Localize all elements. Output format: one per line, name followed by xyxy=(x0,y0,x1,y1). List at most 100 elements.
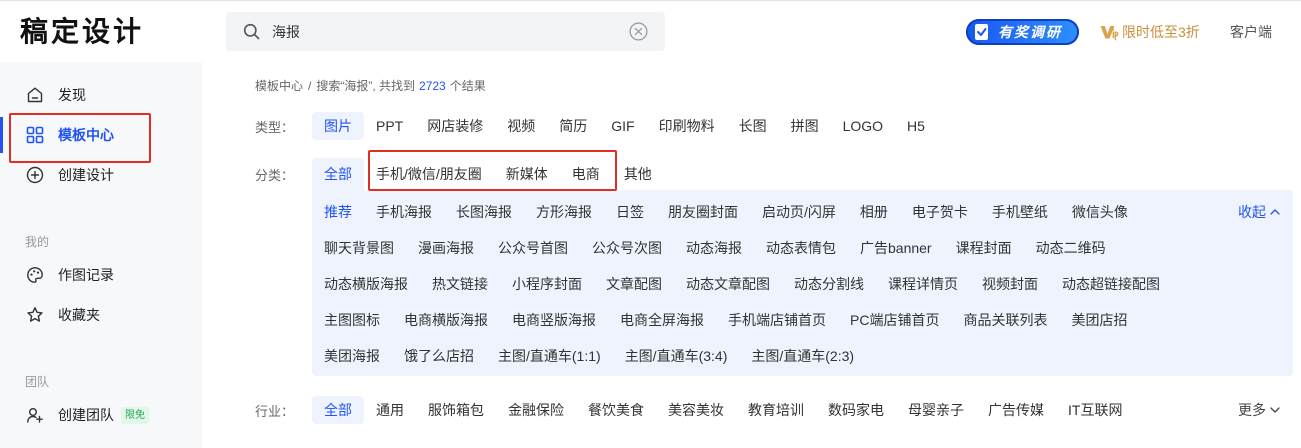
subcategory-option[interactable]: 朋友圈封面 xyxy=(656,194,750,230)
subcategory-option[interactable]: 聊天背景图 xyxy=(312,230,406,266)
subcategory-option[interactable]: 漫画海报 xyxy=(406,230,486,266)
sidebar-item-discover[interactable]: 发现 xyxy=(0,75,202,115)
subcategory-option[interactable]: 广告banner xyxy=(848,230,944,266)
industry-option[interactable]: 数码家电 xyxy=(816,396,896,424)
industry-option[interactable]: 金融保险 xyxy=(496,396,576,424)
top-border xyxy=(0,0,1301,1)
industry-option[interactable]: 母婴亲子 xyxy=(896,396,976,424)
subcategory-panel: 推荐 手机海报 长图海报 方形海报 日签 朋友圈封面 启动页/闪屏 相册 电子贺… xyxy=(312,190,1293,376)
subcategory-option[interactable]: 饿了么店招 xyxy=(392,338,486,374)
highlight-box-template-center xyxy=(9,113,151,163)
subcategory-option[interactable]: 动态分割线 xyxy=(782,266,876,302)
type-option[interactable]: PPT xyxy=(364,112,415,140)
sidebar-item-favorites[interactable]: 收藏夹 xyxy=(0,295,202,335)
subcategory-option[interactable]: 动态海报 xyxy=(674,230,754,266)
category-option[interactable]: 其他 xyxy=(612,158,664,190)
breadcrumb-root[interactable]: 模板中心 xyxy=(255,78,303,94)
subcategory-option[interactable]: 动态二维码 xyxy=(1024,230,1118,266)
subcategory-option[interactable]: 推荐 xyxy=(312,194,364,230)
type-option[interactable]: 图片 xyxy=(312,112,364,140)
subcategory-option[interactable]: 视频封面 xyxy=(970,266,1050,302)
type-option[interactable]: GIF xyxy=(599,112,646,140)
type-option[interactable]: 简历 xyxy=(547,112,599,140)
search-result-text: 搜索“海报”, 共找到 xyxy=(316,79,416,93)
subcategory-option[interactable]: 手机端店铺首页 xyxy=(716,302,838,338)
subcategory-option[interactable]: 商品关联列表 xyxy=(951,302,1059,338)
subcategory-option[interactable]: 热文链接 xyxy=(420,266,500,302)
industry-option[interactable]: 服饰箱包 xyxy=(416,396,496,424)
subcategory-option[interactable]: 日签 xyxy=(604,194,656,230)
subcategory-option[interactable]: 美团店招 xyxy=(1059,302,1139,338)
subcategory-option[interactable]: 电商竖版海报 xyxy=(500,302,608,338)
category-filter-label: 分类： xyxy=(255,167,295,183)
chevron-down-icon xyxy=(1266,407,1280,413)
subcategory-option[interactable]: 主图/直通车(1:1) xyxy=(486,338,613,374)
survey-badge[interactable]: 有奖调研 xyxy=(966,19,1079,45)
subcategory-option[interactable]: 电子贺卡 xyxy=(900,194,980,230)
sidebar-item-label: 创建团队 xyxy=(58,407,114,423)
free-badge: 限免 xyxy=(121,406,149,424)
sidebar-item-label: 作图记录 xyxy=(58,267,114,283)
type-option[interactable]: LOGO xyxy=(831,112,895,140)
type-option[interactable]: H5 xyxy=(895,112,937,140)
type-option[interactable]: 视频 xyxy=(495,112,547,140)
subcategory-option[interactable]: PC端店铺首页 xyxy=(838,302,951,338)
subcategory-option[interactable]: 主图/直通车(3:4) xyxy=(613,338,740,374)
subcategory-option[interactable]: 动态超链接配图 xyxy=(1050,266,1172,302)
category-option[interactable]: 全部 xyxy=(312,158,364,190)
subcategory-option[interactable]: 主图/直通车(2:3) xyxy=(739,338,866,374)
team-add-icon xyxy=(26,406,44,424)
search-input[interactable] xyxy=(272,12,612,51)
type-option[interactable]: 拼图 xyxy=(779,112,831,140)
sidebar-item-label: 创建设计 xyxy=(58,167,114,183)
industry-filter-row: 行业： 全部 通用 服饰箱包 金融保险 餐饮美食 美容美妆 教育培训 数码家电 … xyxy=(255,396,1134,424)
subcategory-option[interactable]: 动态文章配图 xyxy=(674,266,782,302)
type-filter-row: 类型： 图片 PPT 网店装修 视频 简历 GIF 印刷物料 长图 拼图 LOG… xyxy=(255,112,937,140)
subcategory-option[interactable]: 动态横版海报 xyxy=(312,266,420,302)
client-download-link[interactable]: 客户端 xyxy=(1230,22,1272,42)
subcategory-option[interactable]: 微信头像 xyxy=(1060,194,1140,230)
industry-option[interactable]: IT互联网 xyxy=(1056,396,1134,424)
subcategory-option[interactable]: 电商全屏海报 xyxy=(608,302,716,338)
breadcrumb: 模板中心 / 搜索“海报”, 共找到 2723 个结果 xyxy=(255,78,486,94)
subcategory-option[interactable]: 动态表情包 xyxy=(754,230,848,266)
subcategory-option[interactable]: 电商横版海报 xyxy=(392,302,500,338)
type-option[interactable]: 印刷物料 xyxy=(647,112,727,140)
subcategory-option[interactable]: 方形海报 xyxy=(524,194,604,230)
industry-option[interactable]: 广告传媒 xyxy=(976,396,1056,424)
subcategory-option[interactable]: 文章配图 xyxy=(594,266,674,302)
subcategory-option[interactable]: 小程序封面 xyxy=(500,266,594,302)
industry-option[interactable]: 全部 xyxy=(312,396,364,424)
logo[interactable]: 稿定设计 xyxy=(20,12,144,52)
search-box[interactable] xyxy=(226,12,665,51)
industry-option[interactable]: 餐饮美食 xyxy=(576,396,656,424)
type-option[interactable]: 长图 xyxy=(727,112,779,140)
sidebar-item-design-history[interactable]: 作图记录 xyxy=(0,255,202,295)
sidebar-item-create-team[interactable]: 创建团队 限免 xyxy=(0,395,202,435)
industry-filter-label: 行业： xyxy=(255,403,295,419)
home-icon xyxy=(26,86,44,104)
subcategory-option[interactable]: 相册 xyxy=(848,194,900,230)
subcategory-option[interactable]: 手机壁纸 xyxy=(980,194,1060,230)
collapse-label: 收起 xyxy=(1238,204,1266,220)
highlight-box-categories xyxy=(368,150,617,191)
sidebar-item-label: 收藏夹 xyxy=(58,307,100,323)
subcategory-option[interactable]: 长图海报 xyxy=(444,194,524,230)
subcategory-option[interactable]: 公众号次图 xyxy=(580,230,674,266)
more-industries-button[interactable]: 更多 xyxy=(1238,396,1280,424)
type-option[interactable]: 网店装修 xyxy=(415,112,495,140)
chevron-up-icon xyxy=(1266,209,1280,215)
industry-option[interactable]: 美容美妆 xyxy=(656,396,736,424)
subcategory-option[interactable]: 课程详情页 xyxy=(876,266,970,302)
subcategory-option[interactable]: 启动页/闪屏 xyxy=(750,194,848,230)
subcategory-option[interactable]: 美团海报 xyxy=(312,338,392,374)
vip-promo[interactable]: 限时低至3折 xyxy=(1100,22,1200,42)
collapse-button[interactable]: 收起 xyxy=(1238,194,1280,230)
subcategory-option[interactable]: 课程封面 xyxy=(944,230,1024,266)
sidebar-section-team: 团队 xyxy=(25,375,50,389)
industry-option[interactable]: 通用 xyxy=(364,396,416,424)
industry-option[interactable]: 教育培训 xyxy=(736,396,816,424)
subcategory-option[interactable]: 公众号首图 xyxy=(486,230,580,266)
subcategory-option[interactable]: 主图图标 xyxy=(312,302,392,338)
subcategory-option[interactable]: 手机海报 xyxy=(364,194,444,230)
